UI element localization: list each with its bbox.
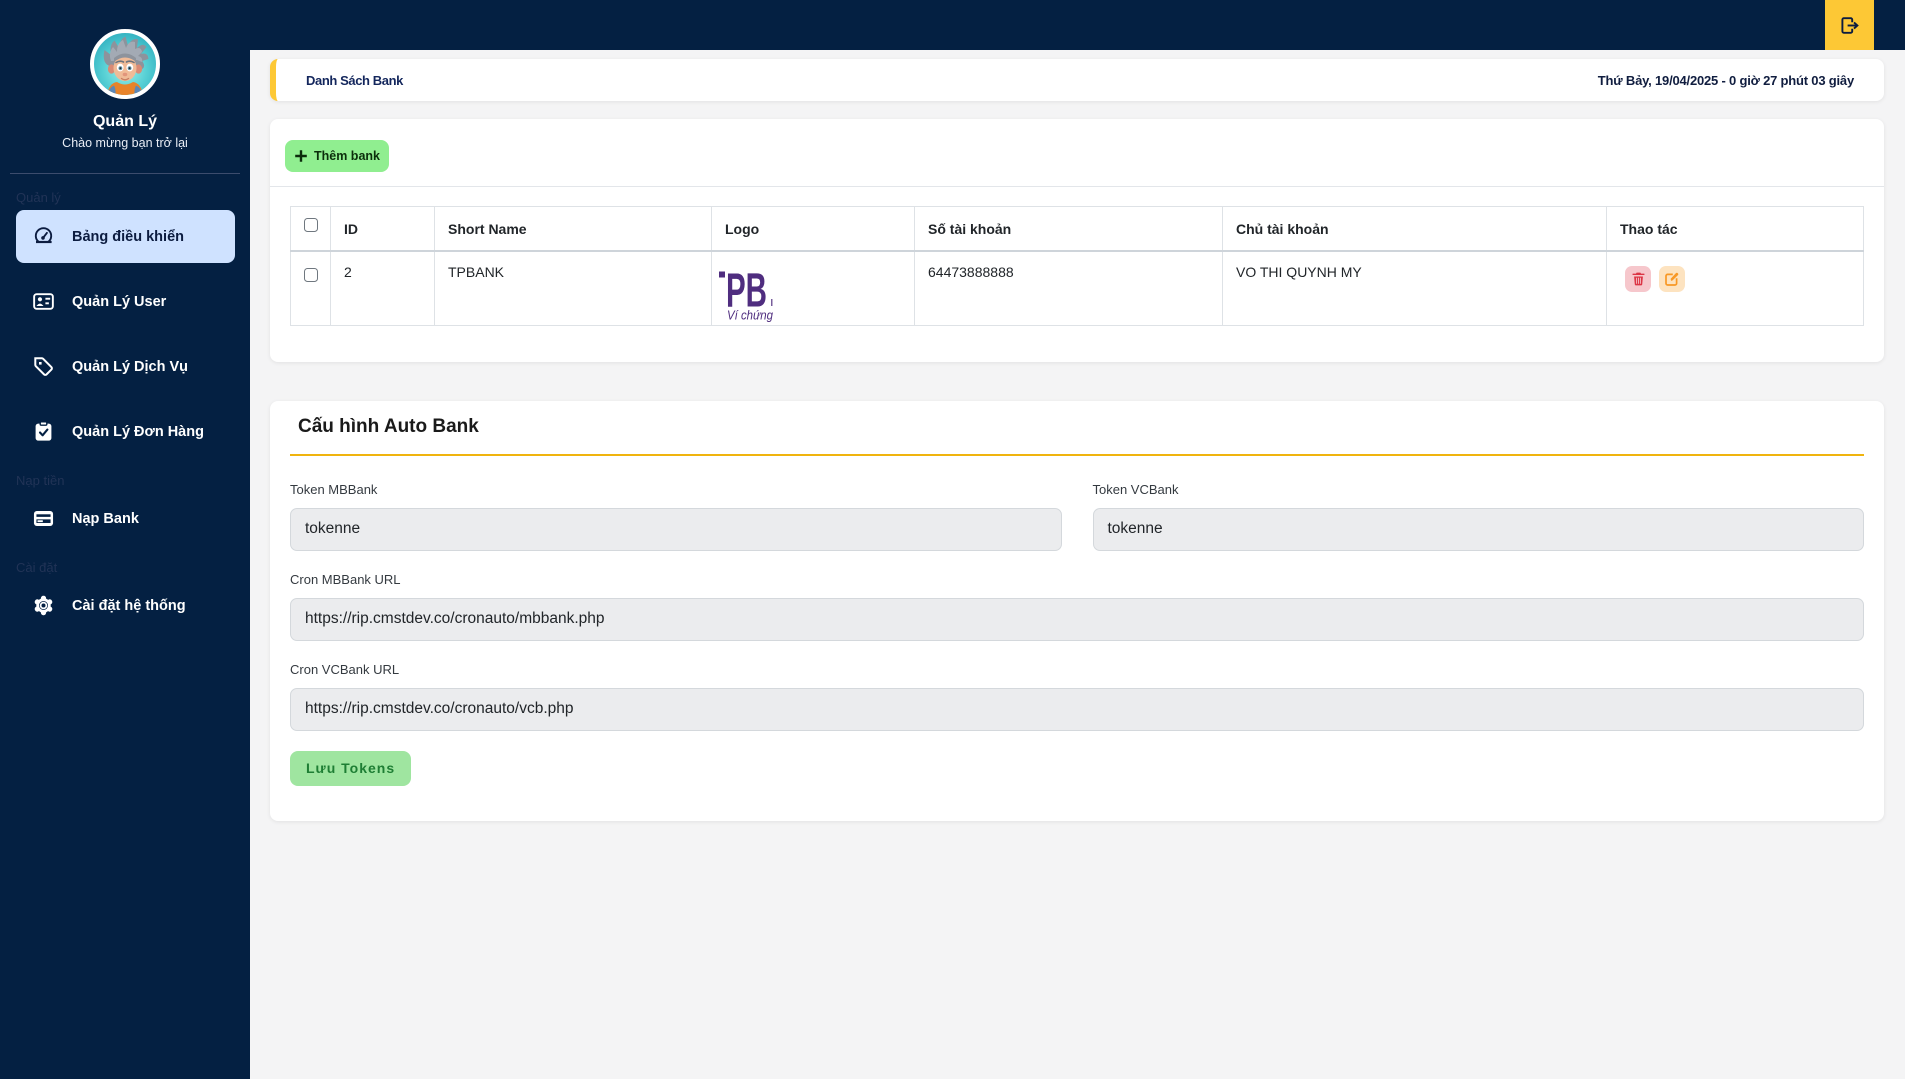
svg-text:Ví chứng: Ví chứng [727,307,774,322]
